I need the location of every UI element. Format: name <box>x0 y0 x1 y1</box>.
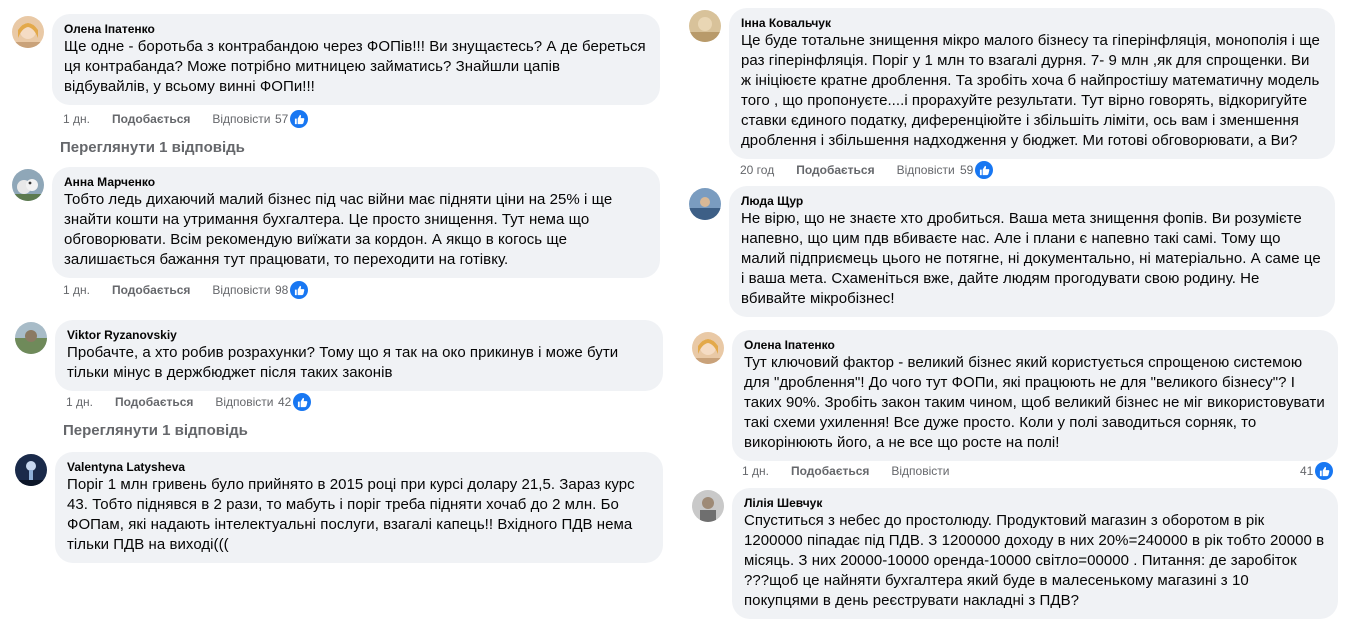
comment-text: Поріг 1 млн гривень було прийнято в 2015… <box>67 476 635 553</box>
comment-time[interactable]: 1 дн. <box>66 394 93 410</box>
comment-bubble: Лілія Шевчук Спуститься з небес до прост… <box>732 488 1338 619</box>
reaction-count[interactable]: 42 <box>278 393 312 411</box>
comment-time[interactable]: 20 год <box>740 162 774 178</box>
comment-bubble: Олена Іпатенко Тут ключовий фактор - вел… <box>732 330 1338 461</box>
like-reaction-icon <box>290 110 309 128</box>
comment-text: Це буде тотальне знищення мікро малого б… <box>741 32 1320 149</box>
comment-time[interactable]: 1 дн. <box>742 463 769 479</box>
reaction-count[interactable]: 41 <box>1300 462 1334 480</box>
comment-author[interactable]: Люда Щур <box>741 193 1323 209</box>
avatar[interactable] <box>15 454 47 486</box>
reaction-number: 57 <box>275 112 289 126</box>
comment-text: Ще одне - боротьба з контрабандою через … <box>64 38 646 95</box>
comment-bubble: Viktor Ryzanovskiy Пробачте, а хто робив… <box>55 320 663 391</box>
avatar[interactable] <box>689 188 721 220</box>
avatar[interactable] <box>692 332 724 364</box>
comment-bubble: Інна Ковальчук Це буде тотальне знищення… <box>729 8 1335 159</box>
comment-actions: 1 дн. Подобається Відповісти <box>66 394 295 410</box>
reaction-number: 41 <box>1300 464 1314 478</box>
comment-author[interactable]: Анна Марченко <box>64 174 648 190</box>
comment-text: Не вірю, що не знаєте хто дробиться. Ваш… <box>741 210 1321 307</box>
comment-bubble: Люда Щур Не вірю, що не знаєте хто дроби… <box>729 186 1335 317</box>
comment-author[interactable]: Інна Ковальчук <box>741 15 1323 31</box>
comment-author[interactable]: Valentyna Latysheva <box>67 459 651 475</box>
comment-actions: 1 дн. Подобається Відповісти <box>63 111 292 127</box>
comment-bubble: Анна Марченко Тобто ледь дихаючий малий … <box>52 167 660 278</box>
comment-author[interactable]: Viktor Ryzanovskiy <box>67 327 651 343</box>
like-button[interactable]: Подобається <box>115 394 193 410</box>
reaction-count[interactable]: 57 <box>275 110 309 128</box>
like-button[interactable]: Подобається <box>112 111 190 127</box>
avatar[interactable] <box>12 169 44 201</box>
reaction-count[interactable]: 98 <box>275 281 309 299</box>
reply-button[interactable]: Відповісти <box>897 162 955 178</box>
reply-button[interactable]: Відповісти <box>215 394 273 410</box>
like-reaction-icon <box>290 281 309 299</box>
reaction-number: 42 <box>278 395 292 409</box>
view-replies-link[interactable]: Переглянути 1 відповідь <box>63 421 248 441</box>
comment-bubble: Valentyna Latysheva Поріг 1 млн гривень … <box>55 452 663 563</box>
comment-time[interactable]: 1 дн. <box>63 111 90 127</box>
comment-time[interactable]: 1 дн. <box>63 282 90 298</box>
comment-author[interactable]: Олена Іпатенко <box>64 21 648 37</box>
like-button[interactable]: Подобається <box>796 162 874 178</box>
comment-text: Спуститься з небес до простолюду. Продук… <box>744 512 1325 609</box>
like-button[interactable]: Подобається <box>112 282 190 298</box>
comment-text: Тут ключовий фактор - великий бізнес яки… <box>744 354 1325 451</box>
comment-text: Пробачте, а хто робив розрахунки? Тому щ… <box>67 344 619 381</box>
reaction-number: 98 <box>275 283 289 297</box>
avatar[interactable] <box>12 16 44 48</box>
comment-author[interactable]: Лілія Шевчук <box>744 495 1326 511</box>
avatar[interactable] <box>15 322 47 354</box>
comment-actions: 1 дн. Подобається Відповісти <box>63 282 292 298</box>
comment-actions: 1 дн. Подобається Відповісти <box>742 463 971 479</box>
comment-author[interactable]: Олена Іпатенко <box>744 337 1326 353</box>
comment-bubble: Олена Іпатенко Ще одне - боротьба з конт… <box>52 14 660 105</box>
view-replies-link[interactable]: Переглянути 1 відповідь <box>60 138 245 158</box>
reaction-count[interactable]: 59 <box>960 161 994 179</box>
like-reaction-icon <box>975 161 994 179</box>
like-reaction-icon <box>1315 462 1334 480</box>
reaction-number: 59 <box>960 163 974 177</box>
like-reaction-icon <box>293 393 312 411</box>
reply-button[interactable]: Відповісти <box>212 111 270 127</box>
comment-actions: 20 год Подобається Відповісти <box>740 162 977 178</box>
avatar[interactable] <box>689 10 721 42</box>
like-button[interactable]: Подобається <box>791 463 869 479</box>
avatar[interactable] <box>692 490 724 522</box>
reply-button[interactable]: Відповісти <box>212 282 270 298</box>
reply-button[interactable]: Відповісти <box>891 463 949 479</box>
comment-text: Тобто ледь дихаючий малий бізнес під час… <box>64 191 613 268</box>
